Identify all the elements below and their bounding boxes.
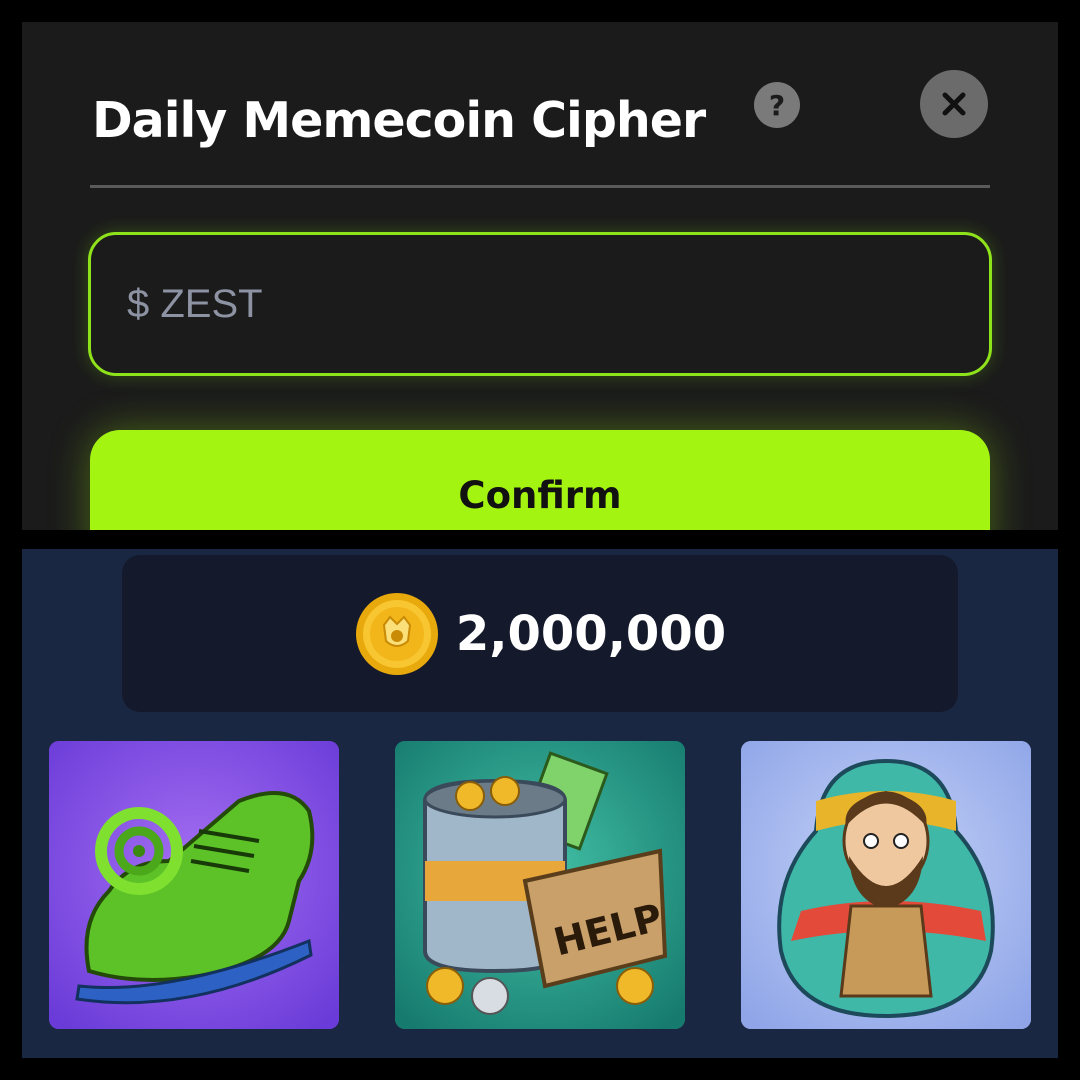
combo-panel: 2,000,000 HELP bbox=[22, 549, 1058, 1058]
divider bbox=[90, 185, 990, 188]
balance-display: 2,000,000 bbox=[122, 555, 958, 712]
modal-title: Daily Memecoin Cipher bbox=[92, 92, 706, 149]
confirm-button[interactable]: Confirm bbox=[90, 430, 990, 530]
cipher-modal: Daily Memecoin Cipher ? $ ZEST Confirm bbox=[22, 22, 1058, 530]
balance-amount: 2,000,000 bbox=[455, 605, 727, 662]
tin-can-with-coins-icon: HELP bbox=[395, 741, 685, 1029]
combo-card-shoe[interactable] bbox=[49, 741, 339, 1029]
combo-card-nesting-doll[interactable] bbox=[741, 741, 1031, 1029]
combo-card-tin-can[interactable]: HELP bbox=[395, 741, 685, 1029]
curled-green-shoe-icon bbox=[49, 741, 339, 1029]
ticker-input[interactable]: $ ZEST bbox=[88, 232, 992, 376]
gold-coin-icon bbox=[354, 591, 440, 677]
bearded-man-nesting-doll-icon bbox=[741, 741, 1031, 1029]
confirm-button-label: Confirm bbox=[458, 474, 622, 517]
ticker-input-value: $ ZEST bbox=[127, 281, 263, 326]
close-icon bbox=[942, 92, 966, 116]
question-mark-icon[interactable]: ? bbox=[754, 82, 800, 128]
close-button[interactable] bbox=[920, 70, 988, 138]
